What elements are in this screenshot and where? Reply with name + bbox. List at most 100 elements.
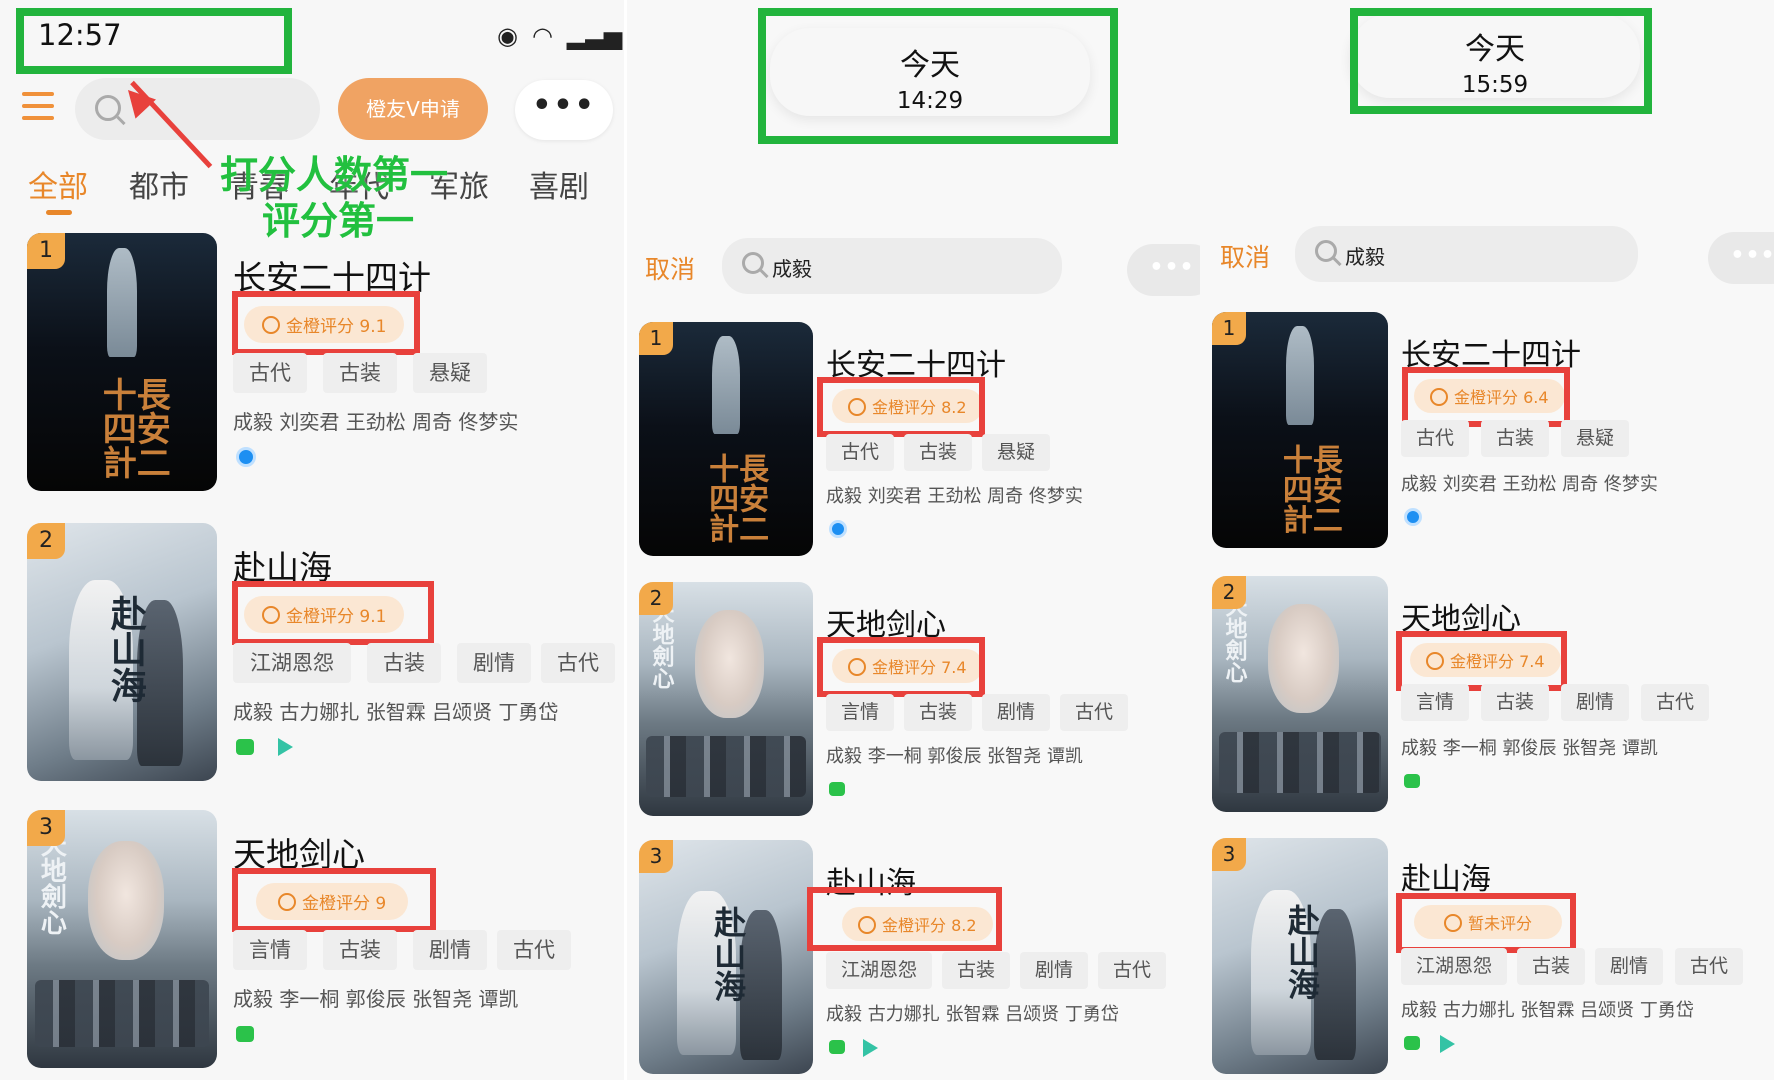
tag: 古装 [1481, 420, 1549, 457]
poster-image: 天地劍心 2 [1212, 576, 1388, 812]
poster-image: 天地劍心 2 [639, 582, 813, 816]
cancel-button[interactable]: 取消 [1220, 238, 1270, 274]
tag: 江湖恩怨 [826, 952, 932, 989]
iqiyi-icon[interactable] [1404, 774, 1420, 788]
youku-icon[interactable] [1440, 1035, 1455, 1053]
cast-list: 成毅 古力娜扎 张智霖 吕颂贤 丁勇岱 [1401, 1000, 1694, 1021]
tag: 剧情 [982, 694, 1050, 731]
poster-image: 天地劍心 3 [27, 810, 217, 1068]
poster-image: 長安二十四計 1 [639, 322, 813, 556]
poster-image: 長安二十四計 1 [1212, 312, 1388, 548]
tag: 古装 [367, 643, 441, 683]
rank-badge: 3 [639, 840, 673, 873]
show-title: 赴山海 [1401, 862, 1491, 897]
tag: 剧情 [1595, 948, 1663, 985]
tag: 古装 [1481, 684, 1549, 721]
highlight-box-rating [1396, 893, 1576, 953]
tencent-video-icon[interactable] [236, 447, 256, 467]
status-icons: ◉ ◠ ▂▃▅ [497, 22, 622, 50]
rank-badge: 3 [27, 810, 65, 846]
tab-all[interactable]: 全部 [28, 162, 88, 206]
tag: 古装 [1517, 948, 1585, 985]
tag: 古装 [904, 434, 972, 471]
tag: 剧情 [1561, 684, 1629, 721]
highlight-box-rating [232, 868, 436, 932]
highlight-box-status-time [16, 8, 292, 74]
iqiyi-icon[interactable] [236, 1026, 254, 1042]
vip-apply-button[interactable]: 橙友V申请 [338, 78, 488, 140]
tag: 悬疑 [1561, 420, 1629, 457]
cancel-button[interactable]: 取消 [645, 250, 695, 286]
cast-list: 成毅 李一桐 郭俊辰 张智尧 谭凯 [233, 987, 519, 1011]
wifi-icon: ◠ [531, 22, 553, 50]
tag: 剧情 [457, 643, 531, 683]
tag: 古代 [1098, 952, 1166, 989]
tab-comedy[interactable]: 喜剧 [529, 162, 589, 206]
poster-image: 赴山海 3 [1212, 838, 1388, 1074]
tag: 古装 [904, 694, 972, 731]
tag: 古装 [942, 952, 1010, 989]
rank-badge: 2 [639, 582, 673, 615]
tag: 悬疑 [982, 434, 1050, 471]
tab-underline [46, 210, 72, 215]
tag: 江湖恩怨 [233, 643, 351, 683]
tag: 江湖恩怨 [1401, 948, 1507, 985]
more-button[interactable]: ••• [1708, 232, 1774, 284]
signal-icon: ▂▃▅ [566, 22, 623, 50]
tag: 古代 [497, 930, 571, 970]
cast-list: 成毅 刘奕君 王劲松 周奇 佟梦实 [233, 410, 519, 434]
rank-badge: 2 [27, 523, 65, 559]
tencent-video-icon[interactable] [829, 520, 847, 538]
rank-badge: 1 [27, 233, 65, 269]
tag: 古代 [826, 434, 894, 471]
highlight-box-rating [807, 887, 1002, 951]
highlight-box-time [758, 8, 1118, 144]
cast-list: 成毅 古力娜扎 张智霖 吕颂贤 丁勇岱 [233, 700, 559, 724]
eye-icon: ◉ [497, 22, 518, 50]
menu-icon[interactable] [22, 92, 54, 120]
tag: 古装 [323, 930, 397, 970]
tab-urban[interactable]: 都市 [129, 162, 189, 206]
highlight-box-rating [232, 291, 420, 355]
poster-image: 長安二十四計 1 [27, 233, 217, 491]
highlight-box-rating [817, 377, 985, 437]
cast-list: 成毅 李一桐 郭俊辰 张智尧 谭凯 [826, 746, 1083, 767]
iqiyi-icon[interactable] [829, 1040, 845, 1054]
rank-badge: 1 [1212, 312, 1246, 345]
search-input[interactable]: 成毅 [722, 238, 1062, 294]
tag: 古代 [233, 353, 307, 393]
highlight-box-rating [232, 581, 434, 645]
youku-icon[interactable] [863, 1039, 878, 1057]
cast-list: 成毅 刘奕君 王劲松 周奇 佟梦实 [826, 486, 1083, 507]
tencent-video-icon[interactable] [1404, 508, 1422, 526]
cast-list: 成毅 古力娜扎 张智霖 吕颂贤 丁勇岱 [826, 1004, 1119, 1025]
tag: 古代 [1401, 420, 1469, 457]
poster-image: 赴山海 3 [639, 840, 813, 1074]
search-input[interactable]: 成毅 [1295, 226, 1638, 282]
search-input[interactable] [75, 78, 320, 140]
poster-image: 赴山海 2 [27, 523, 217, 781]
tag: 剧情 [413, 930, 487, 970]
highlight-box-rating [1396, 631, 1567, 691]
more-button[interactable]: ••• [515, 80, 613, 140]
tag: 古代 [1641, 684, 1709, 721]
annotation-text-2: 评分第一 [262, 199, 415, 243]
search-query: 成毅 [772, 257, 812, 281]
search-icon [742, 252, 764, 274]
search-results-panel: 今天 14:29 取消 成毅 ••• 長安二十四計 1 长安二十四计 金橙评分 … [627, 0, 1200, 1080]
iqiyi-icon[interactable] [1404, 1036, 1420, 1050]
tag: 古代 [1675, 948, 1743, 985]
iqiyi-icon[interactable] [829, 782, 845, 796]
iqiyi-icon[interactable] [236, 739, 254, 755]
youku-icon[interactable] [278, 738, 293, 756]
tag: 古装 [323, 353, 397, 393]
search-query: 成毅 [1345, 245, 1385, 269]
rank-badge: 1 [639, 322, 673, 355]
tag: 古代 [1060, 694, 1128, 731]
more-button[interactable]: ••• [1127, 244, 1200, 296]
highlight-box-rating [1402, 367, 1570, 427]
tag: 言情 [826, 694, 894, 731]
highlight-box-rating [817, 637, 985, 697]
highlight-box-time [1350, 8, 1652, 114]
search-icon [1315, 240, 1337, 262]
